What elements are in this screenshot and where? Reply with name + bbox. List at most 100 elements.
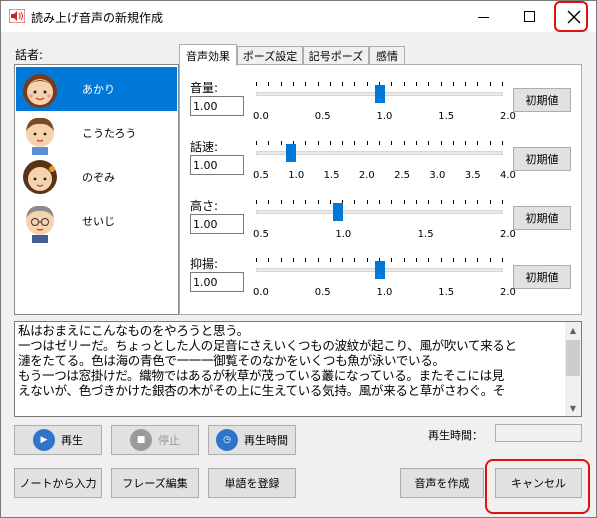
pitch-reset-button[interactable]: 初期値	[513, 206, 571, 230]
text-input-area[interactable]: 私はおまえにこんなものをやろうと思う。 一つはゼリーだ。ちょっとした人の足音にさ…	[14, 321, 582, 417]
slider-tick	[268, 82, 270, 86]
scale-label: 2.5	[394, 170, 411, 181]
slider-tick	[452, 258, 454, 262]
slider-tick	[502, 141, 503, 145]
intonation-input[interactable]: 1.00	[190, 272, 244, 292]
intonation-reset-button[interactable]: 初期値	[513, 265, 571, 289]
scale-label: 0.5	[253, 229, 269, 240]
speaker-name: せいじ	[82, 215, 115, 228]
slider-tick	[465, 258, 467, 262]
slider-tick	[354, 82, 356, 86]
scroll-up-icon[interactable]: ▲	[565, 322, 581, 338]
close-highlight	[554, 1, 588, 32]
scale-label: 1.0	[376, 287, 393, 298]
scale-label: 4.0	[500, 170, 516, 181]
pitch-slider-track[interactable]	[256, 210, 503, 214]
intonation-label: 抑揚:	[190, 257, 219, 271]
scroll-down-icon[interactable]: ▼	[565, 400, 581, 416]
speaker-item-seiji[interactable]: せいじ	[16, 199, 177, 243]
from-note-button[interactable]: ノートから入力	[14, 468, 102, 498]
scale-label: 0.0	[253, 287, 269, 298]
scale-label: 2.0	[500, 287, 516, 298]
speed-slider-thumb[interactable]	[286, 144, 297, 162]
phrase-edit-button[interactable]: フレーズ編集	[111, 468, 199, 498]
speaker-item-koutarou[interactable]: こうたろう	[16, 111, 177, 155]
playtime-label: 再生時間：	[428, 429, 483, 442]
avatar-koutarou	[26, 117, 54, 155]
tab-pause-settings[interactable]: ポーズ設定	[237, 46, 303, 65]
playtime-button-label: 再生時間	[244, 434, 288, 447]
volume-label: 音量:	[190, 81, 219, 95]
speaker-item-nozomi[interactable]: のぞみ	[16, 155, 177, 199]
scale-label: 2.0	[500, 229, 516, 240]
slider-tick	[292, 200, 294, 204]
cancel-highlight	[485, 459, 590, 514]
clock-icon: ◷	[216, 429, 238, 451]
playtime-button[interactable]: ◷ 再生時間	[208, 425, 296, 455]
scale-label: 3.0	[429, 170, 446, 181]
slider-tick	[317, 258, 319, 262]
minimize-icon	[477, 17, 489, 18]
avatar-seiji	[26, 205, 54, 243]
slider-tick	[415, 82, 417, 86]
volume-input[interactable]: 1.00	[190, 96, 244, 116]
playtime-display	[495, 424, 582, 442]
speaker-name: あかり	[82, 83, 115, 96]
volume-slider-thumb[interactable]	[374, 85, 385, 103]
maximize-button[interactable]	[506, 1, 552, 32]
stop-label: 停止	[158, 434, 180, 447]
window-title: 読み上げ音声の新規作成	[31, 11, 164, 25]
slider-tick	[415, 141, 417, 145]
create-audio-button[interactable]: 音声を作成	[400, 468, 484, 498]
text-line: えないが、色づきかけた銀杏の木がその上に生えている気持。風が来ると草がさわぐ。そ	[18, 383, 506, 398]
pitch-slider-thumb[interactable]	[333, 203, 344, 221]
slider-tick	[489, 141, 491, 145]
pitch-ticks	[256, 200, 503, 204]
register-word-button[interactable]: 単語を登録	[208, 468, 296, 498]
slider-tick	[428, 141, 430, 145]
speaker-item-akari[interactable]: あかり	[16, 67, 177, 111]
scale-label: 0.5	[314, 287, 331, 298]
slider-tick	[305, 258, 307, 262]
text-content: 私はおまえにこんなものをやろうと思う。 一つはゼリーだ。ちょっとした人の足音にさ…	[18, 323, 566, 398]
scale-label: 2.0	[500, 111, 516, 122]
title-bar[interactable]: 読み上げ音声の新規作成	[1, 1, 596, 32]
slider-tick	[354, 200, 356, 204]
speed-reset-button[interactable]: 初期値	[513, 147, 571, 171]
scale-label: 1.5	[438, 287, 455, 298]
slider-tick	[403, 82, 405, 86]
minimize-button[interactable]	[460, 1, 506, 32]
slider-tick	[342, 141, 344, 145]
slider-tick	[280, 200, 282, 204]
slider-tick	[465, 82, 467, 86]
text-scrollbar[interactable]: ▲ ▼	[565, 322, 581, 416]
tab-emotion[interactable]: 感情	[369, 46, 405, 65]
scroll-thumb[interactable]	[566, 340, 580, 376]
play-button[interactable]: ▶ 再生	[14, 425, 102, 455]
text-line: 一つはゼリーだ。ちょっとした人の足音にさえいくつもの波紋が起こり、風が吹いて来る…	[18, 338, 517, 353]
slider-tick	[428, 258, 430, 262]
slider-tick	[502, 200, 503, 204]
tab-voice-effect[interactable]: 音声効果	[179, 44, 237, 66]
slider-tick	[256, 258, 257, 262]
slider-tick	[391, 82, 393, 86]
slider-tick	[465, 141, 467, 145]
avatar-nozomi	[23, 160, 57, 194]
pitch-input[interactable]: 1.00	[190, 214, 244, 234]
slider-tick	[354, 141, 356, 145]
slider-tick	[391, 141, 393, 145]
slider-tick	[292, 82, 294, 86]
stop-button[interactable]: ■ 停止	[111, 425, 199, 455]
speaker-list[interactable]: あかり こうたろう のぞみ せいじ	[14, 64, 179, 315]
speed-input[interactable]: 1.00	[190, 155, 244, 175]
volume-reset-button[interactable]: 初期値	[513, 88, 571, 112]
slider-tick	[268, 141, 270, 145]
tab-symbol-pause[interactable]: 記号ポーズ	[303, 46, 369, 65]
intonation-slider-thumb[interactable]	[374, 261, 385, 279]
maximize-icon	[523, 11, 535, 22]
scale-label: 1.0	[335, 229, 352, 240]
text-line: 私はおまえにこんなものをやろうと思う。	[18, 323, 249, 338]
scale-label: 1.5	[323, 170, 340, 181]
slider-tick	[329, 258, 331, 262]
slider-tick	[379, 141, 380, 145]
